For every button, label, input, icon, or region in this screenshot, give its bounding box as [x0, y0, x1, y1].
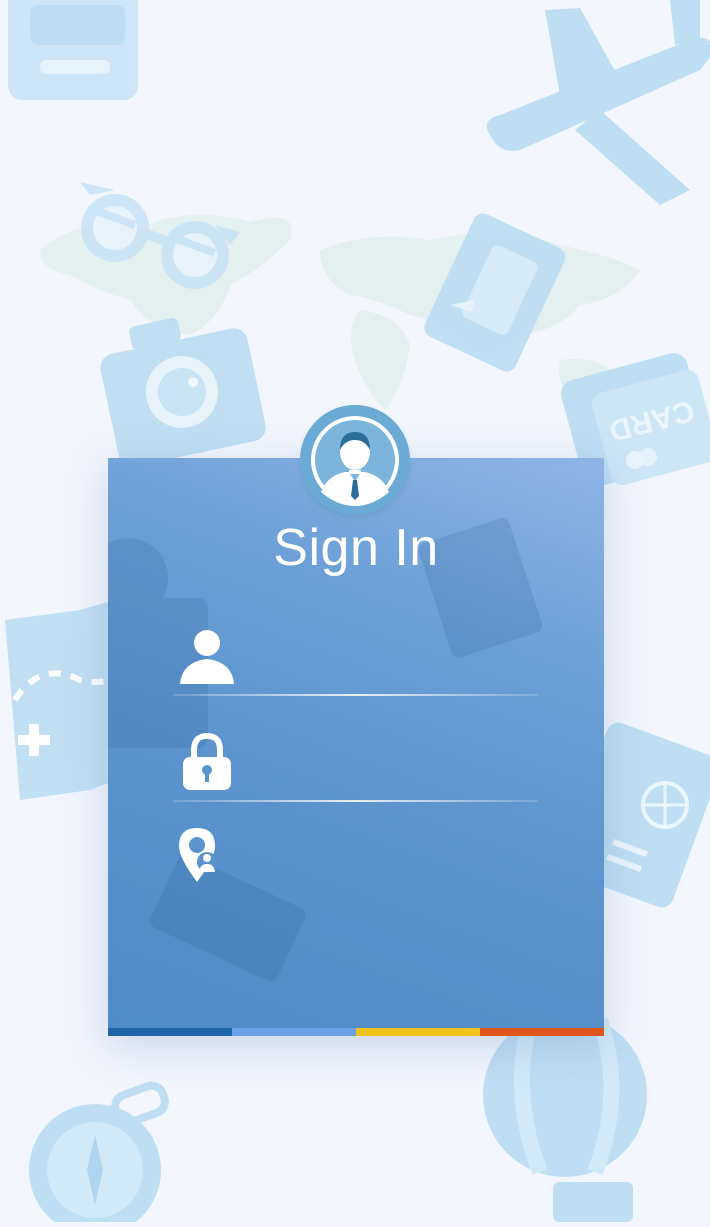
suitcase-icon [8, 0, 138, 100]
password-underline [173, 800, 538, 802]
location-input[interactable] [251, 838, 535, 884]
camera-icon [100, 318, 266, 467]
password-field-row [173, 732, 538, 802]
ticket-icon [424, 213, 566, 372]
location-pin-icon [179, 828, 217, 882]
hot-air-balloon-icon [483, 1013, 647, 1222]
accent-segment-dark-blue [108, 1028, 232, 1036]
accent-segment-light-blue [232, 1028, 356, 1036]
user-avatar-icon [311, 416, 399, 506]
card-label: CARD [606, 393, 698, 447]
page-title: Sign In [273, 519, 439, 577]
accent-segment-orange [480, 1028, 604, 1036]
username-input[interactable] [251, 638, 535, 684]
location-field-row [173, 826, 538, 896]
avatar [300, 405, 410, 515]
airplane-icon [486, 0, 710, 205]
username-field-row [173, 626, 538, 696]
accent-segment-yellow [356, 1028, 480, 1036]
username-underline [173, 694, 538, 696]
lock-icon [183, 732, 231, 790]
compass-icon [29, 1081, 169, 1227]
sunglasses-icon [80, 182, 240, 289]
password-input[interactable] [251, 744, 535, 790]
user-icon [180, 630, 234, 684]
accent-bar [108, 1028, 604, 1036]
